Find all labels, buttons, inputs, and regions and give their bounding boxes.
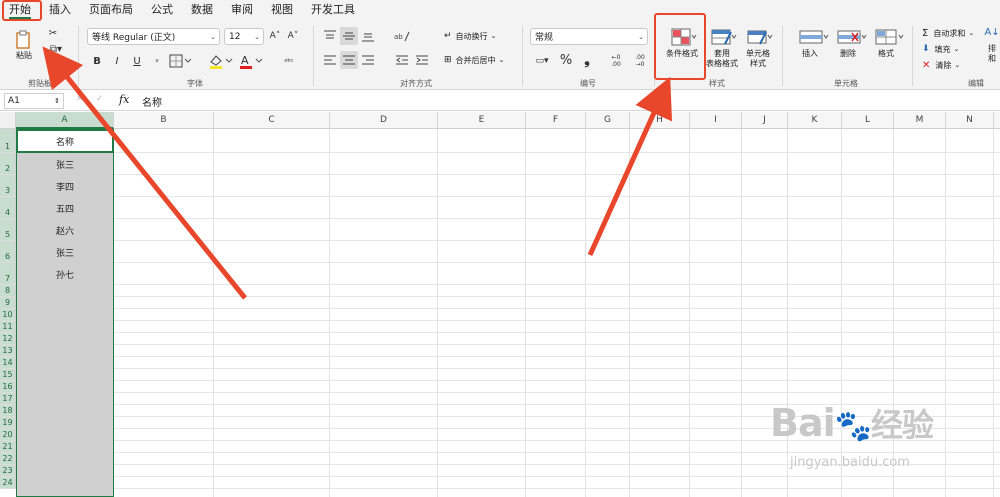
arrow-to-home-tab (42, 46, 247, 300)
excel-window: 开始 插入 页面布局 公式 数据 审阅 视图 开发工具 粘贴 ✂ ⧉▾ 剪贴板 … (0, 0, 1000, 497)
arrow-to-conditional-format (587, 76, 673, 257)
annotation-arrows (42, 46, 673, 300)
